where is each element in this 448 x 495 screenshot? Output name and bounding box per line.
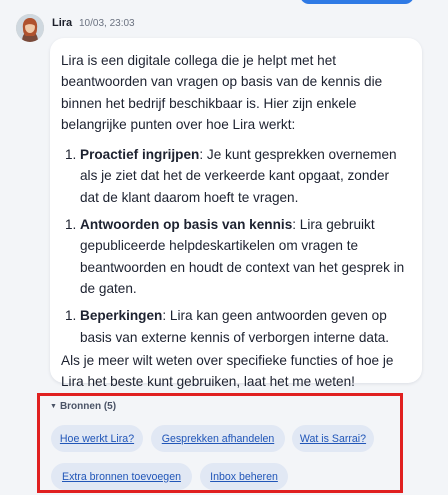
message-intro: Lira is een digitale collega die je help… [61,53,383,132]
sources-panel: ▼ Bronnen (5) Hoe werkt Lira? Gesprekken … [37,393,403,493]
points-list: 1. Proactief ingrijpen: Je kunt gesprekk… [61,144,411,348]
source-chip-gesprekken-afhandelen[interactable]: Gesprekken afhandelen [151,425,285,452]
list-item-number: 1. [65,147,77,163]
list-item: 1. Beperkingen: Lira kan geen antwoorden… [61,305,411,348]
sender-name: Lira [52,17,73,29]
list-item-number: 1. [65,308,77,324]
list-item-title: Proactief ingrijpen [80,147,200,163]
avatar [16,14,44,42]
source-chip-hoe-werkt-lira[interactable]: Hoe werkt Lira? [51,425,143,452]
message-closing: Als je meer wilt weten over specifieke f… [61,352,394,390]
list-item: 1. Antwoorden op basis van kennis: Lira … [61,214,411,299]
source-chip-wat-is-sarrai[interactable]: Wat is Sarrai? [292,425,374,452]
source-chip-inbox-beheren[interactable]: Inbox beheren [200,463,288,490]
list-item: 1. Proactief ingrijpen: Je kunt gesprekk… [61,144,411,208]
message-timestamp: 10/03, 23:03 [79,18,135,29]
triangle-down-icon: ▼ [50,403,57,410]
source-chip-extra-bronnen-toevoegen[interactable]: Extra bronnen toevoegen [51,463,192,490]
sources-toggle-label: Bronnen (5) [59,401,117,412]
list-item-title: Beperkingen [80,308,163,324]
list-item-title: Antwoorden op basis van kennis [80,217,293,233]
chat-view: Lira 10/03, 23:03 Lira is een digitale c… [0,0,448,495]
message-bubble: Lira is een digitale collega die je help… [50,38,422,389]
avatar-portrait-icon [16,14,44,42]
sources-toggle[interactable]: ▼ Bronnen (5) [50,401,116,412]
send-button-partial[interactable] [300,0,414,4]
list-item-number: 1. [65,217,77,233]
